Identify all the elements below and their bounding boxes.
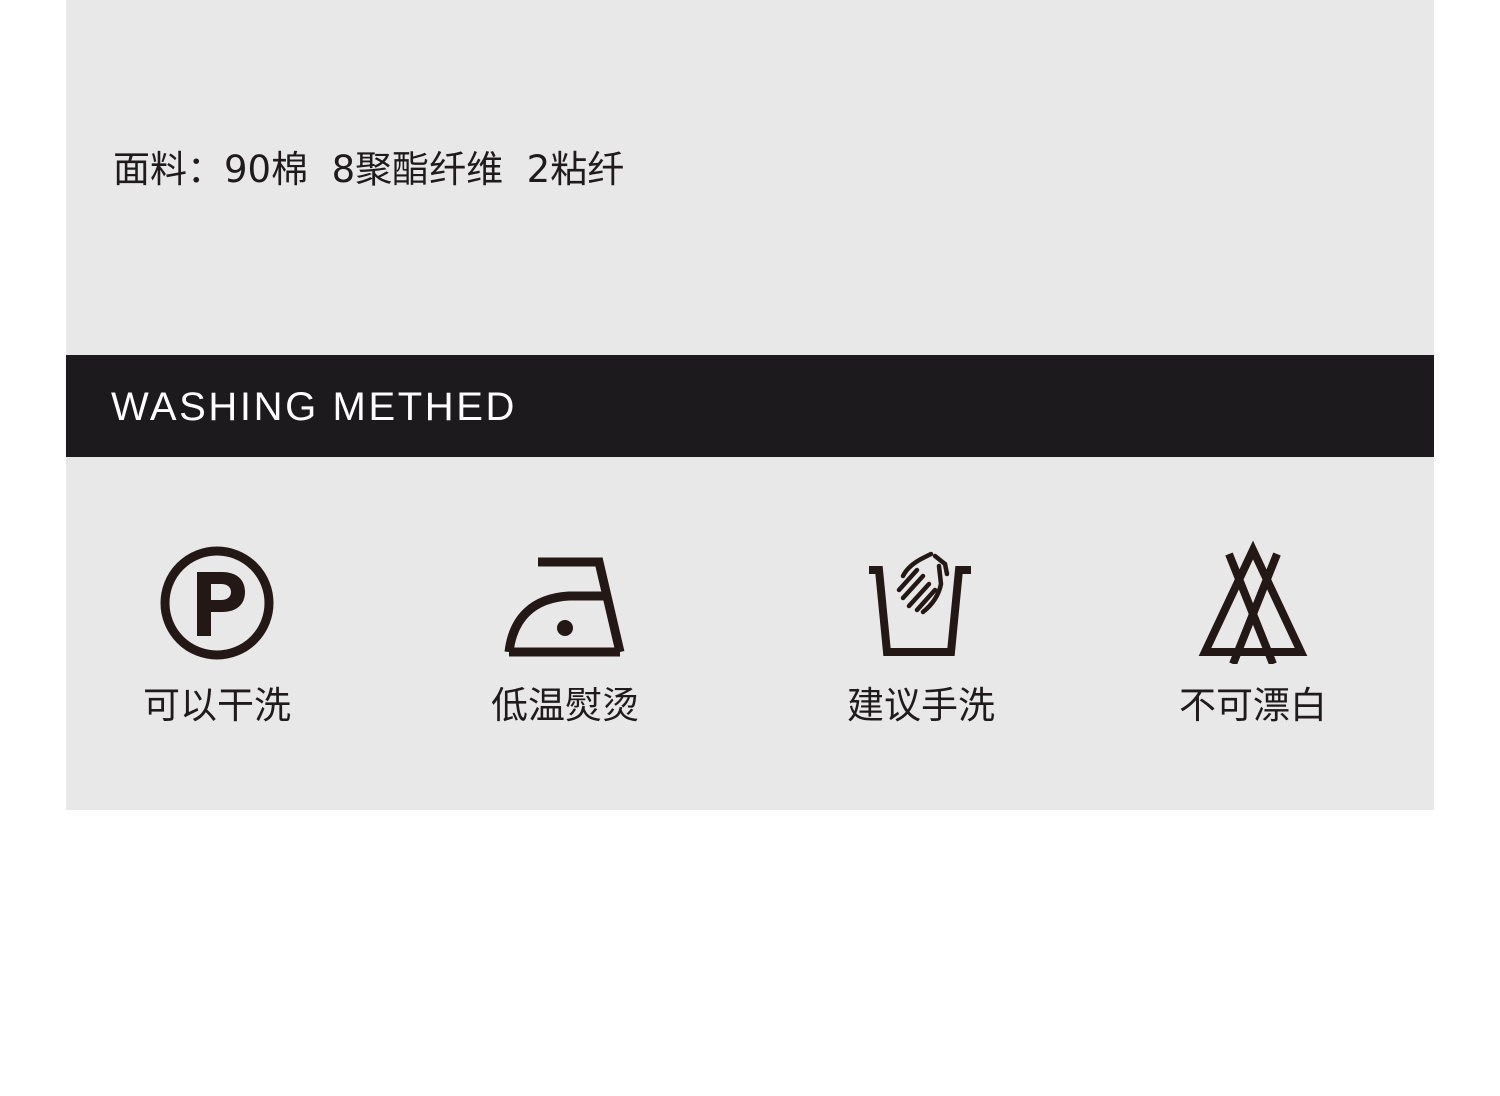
care-item-iron-low: 低温熨烫	[445, 540, 685, 740]
fabric-composition: 面料：90棉 8聚酯纤维 2粘纤	[113, 148, 625, 191]
care-item-hand-wash: 建议手洗	[801, 540, 1041, 740]
care-label: 建议手洗	[847, 684, 995, 727]
care-label: 可以干洗	[143, 684, 291, 727]
dry-clean-p-icon	[160, 546, 274, 660]
washing-header-title: WASHING METHED	[111, 385, 518, 429]
iron-low-temp-icon	[504, 557, 625, 657]
care-item-no-bleach: 不可漂白	[1133, 540, 1373, 740]
care-label: 不可漂白	[1179, 684, 1327, 727]
hand-wash-icon	[869, 551, 971, 656]
care-item-dry-clean: 可以干洗	[97, 540, 337, 740]
no-bleach-icon	[1198, 540, 1308, 664]
care-label: 低温熨烫	[491, 684, 639, 727]
